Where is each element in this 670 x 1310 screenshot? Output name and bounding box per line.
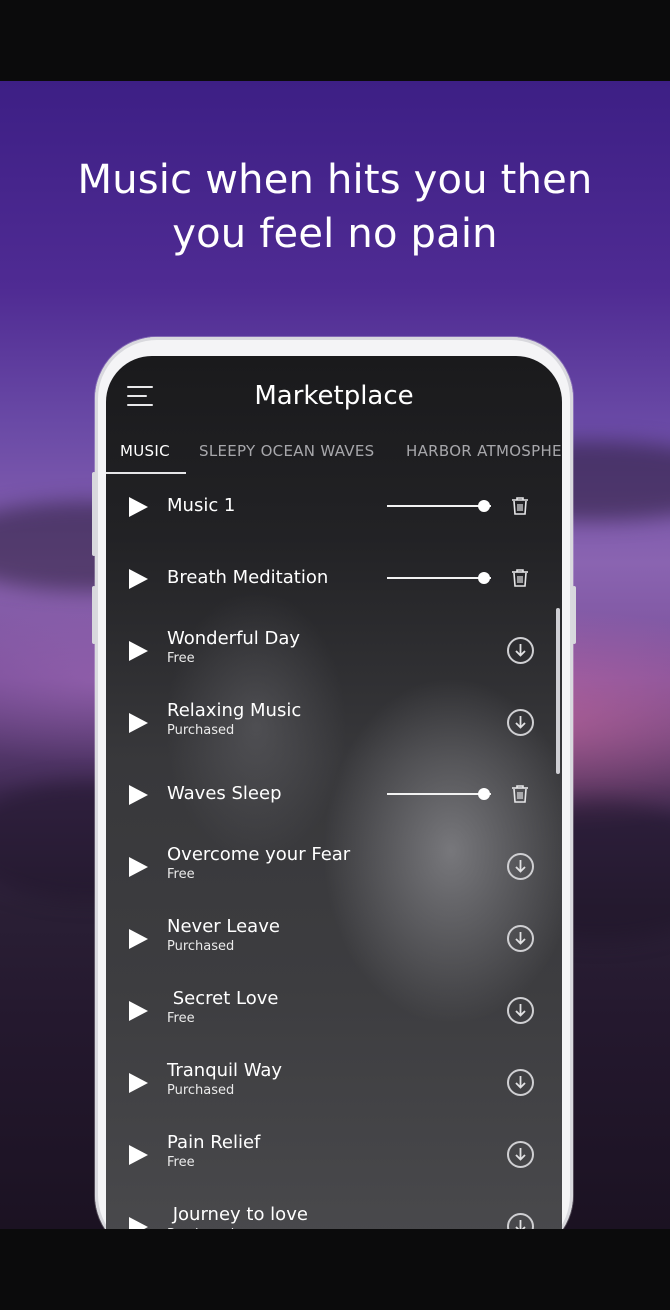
track-title: Never Leave [167,916,280,937]
download-icon[interactable] [507,637,534,664]
headline-text: Music when hits you then you feel no pai… [77,157,593,257]
download-icon[interactable] [507,853,534,880]
download-icon[interactable] [507,709,534,736]
volume-slider[interactable] [387,499,495,513]
track-title: Music 1 [167,495,236,516]
trash-icon[interactable] [511,784,529,804]
track-row[interactable]: Breath Meditation [106,546,562,618]
play-icon[interactable] [129,1145,148,1165]
slider-knob[interactable] [478,500,490,512]
download-icon[interactable] [507,1141,534,1168]
slider-track [387,505,491,507]
download-icon[interactable] [507,1069,534,1096]
track-price-status: Free [167,867,195,882]
play-icon[interactable] [129,497,148,517]
volume-slider[interactable] [387,787,495,801]
track-title: Journey to love [167,1204,308,1225]
play-icon[interactable] [129,569,148,589]
volume-slider[interactable] [387,571,495,585]
slider-track [387,793,491,795]
track-price-status: Purchased [167,1083,235,1098]
track-title: Secret Love [167,988,279,1009]
track-title: Waves Sleep [167,783,282,804]
track-row[interactable]: Tranquil Way Purchased [106,1050,562,1122]
phone-power-button [572,586,576,644]
play-icon[interactable] [129,1001,148,1021]
track-price-status: Free [167,1155,195,1170]
track-row[interactable]: Never Leave Purchased [106,906,562,978]
phone-side-button [92,472,96,556]
track-price-status: Free [167,1011,195,1026]
tab-music[interactable]: MUSIC [120,442,170,460]
slider-knob[interactable] [478,788,490,800]
track-row[interactable]: Music 1 [106,474,562,546]
track-row[interactable]: Waves Sleep [106,762,562,834]
track-price-status: Purchased [167,939,235,954]
track-title: Pain Relief [167,1132,261,1153]
play-icon[interactable] [129,713,148,733]
play-icon[interactable] [129,785,148,805]
play-icon[interactable] [129,1073,148,1093]
play-icon[interactable] [129,857,148,877]
download-icon[interactable] [507,925,534,952]
slider-track [387,577,491,579]
promo-headline: Music when hits you then you feel no pai… [0,153,670,261]
phone-screen: Marketplace MUSIC SLEEPY OCEAN WAVES HAR… [106,356,562,1256]
tab-harbor-atmosphere[interactable]: HARBOR ATMOSPHE [406,442,562,460]
scrollbar[interactable] [556,608,560,774]
track-title: Breath Meditation [167,567,329,588]
tab-sleepy-ocean-waves[interactable]: SLEEPY OCEAN WAVES [199,442,374,460]
play-icon[interactable] [129,641,148,661]
trash-icon[interactable] [511,496,529,516]
track-price-status: Purchased [167,723,235,738]
track-title: Wonderful Day [167,628,301,649]
app-header: Marketplace [106,356,562,436]
slider-knob[interactable] [478,572,490,584]
track-title: Relaxing Music [167,700,302,721]
track-title: Overcome your Fear [167,844,351,865]
track-row[interactable]: Secret Love Free [106,978,562,1050]
page-title: Marketplace [254,381,414,411]
top-letterbox [0,0,670,81]
bottom-letterbox [0,1229,670,1310]
play-icon[interactable] [129,929,148,949]
track-title: Tranquil Way [167,1060,283,1081]
track-price-status: Free [167,651,195,666]
phone-side-button [92,586,96,644]
category-tabs: MUSIC SLEEPY OCEAN WAVES HARBOR ATMOSPHE [106,436,562,474]
track-row[interactable]: Overcome your Fear Free [106,834,562,906]
track-row[interactable]: Pain Relief Free [106,1122,562,1194]
track-row[interactable]: Relaxing Music Purchased [106,690,562,762]
download-icon[interactable] [507,997,534,1024]
track-row[interactable]: Wonderful Day Free [106,618,562,690]
trash-icon[interactable] [511,568,529,588]
